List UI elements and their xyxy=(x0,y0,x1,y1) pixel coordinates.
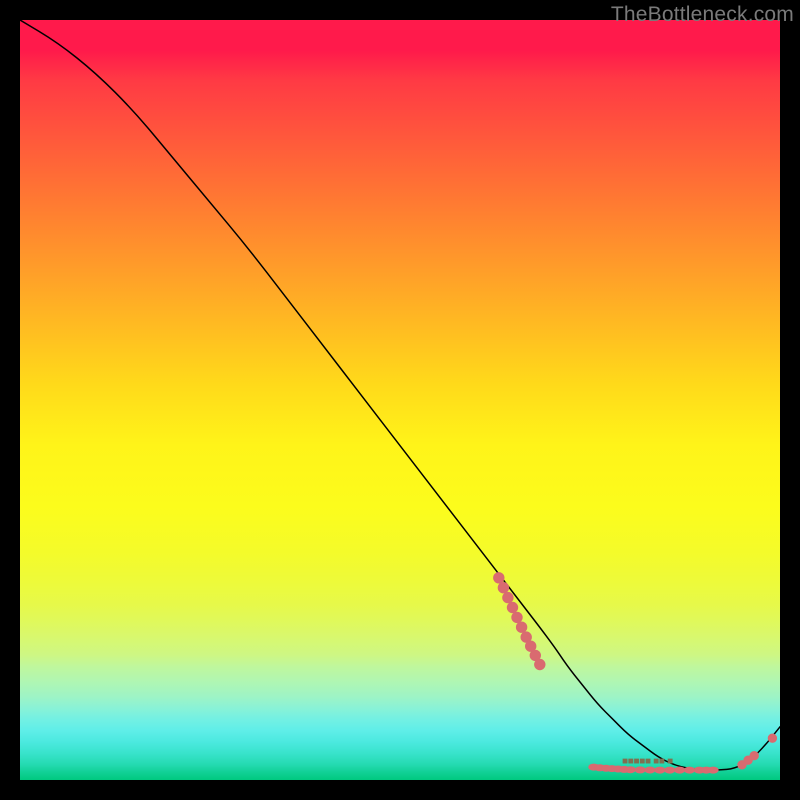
chart-overlay: ■■■■■ ■■ ■ xyxy=(20,20,780,780)
data-dot xyxy=(498,583,508,593)
data-dot xyxy=(655,767,665,773)
dot-cluster-slope xyxy=(494,573,545,670)
data-dot xyxy=(625,767,635,773)
data-dot xyxy=(507,602,517,612)
data-dot xyxy=(645,767,655,773)
bottleneck-curve xyxy=(20,20,780,770)
data-dot xyxy=(708,767,718,773)
data-dot xyxy=(750,752,758,760)
data-dot xyxy=(503,592,513,602)
data-dot xyxy=(665,767,675,773)
chart-stage: TheBottleneck.com ■■■■■ ■■ ■ xyxy=(0,0,800,800)
data-dot xyxy=(535,659,545,669)
bottom-tick-label: ■■■■■ ■■ ■ xyxy=(622,756,673,767)
data-dot xyxy=(635,767,645,773)
data-dot xyxy=(768,734,776,742)
data-dot xyxy=(512,612,522,622)
data-dot xyxy=(675,767,685,773)
data-dot xyxy=(494,573,504,583)
data-dot xyxy=(516,622,526,632)
dot-cluster-upturn xyxy=(738,734,777,769)
watermark-text: TheBottleneck.com xyxy=(611,3,794,27)
data-dot xyxy=(685,767,695,773)
plot-area: ■■■■■ ■■ ■ xyxy=(20,20,780,780)
